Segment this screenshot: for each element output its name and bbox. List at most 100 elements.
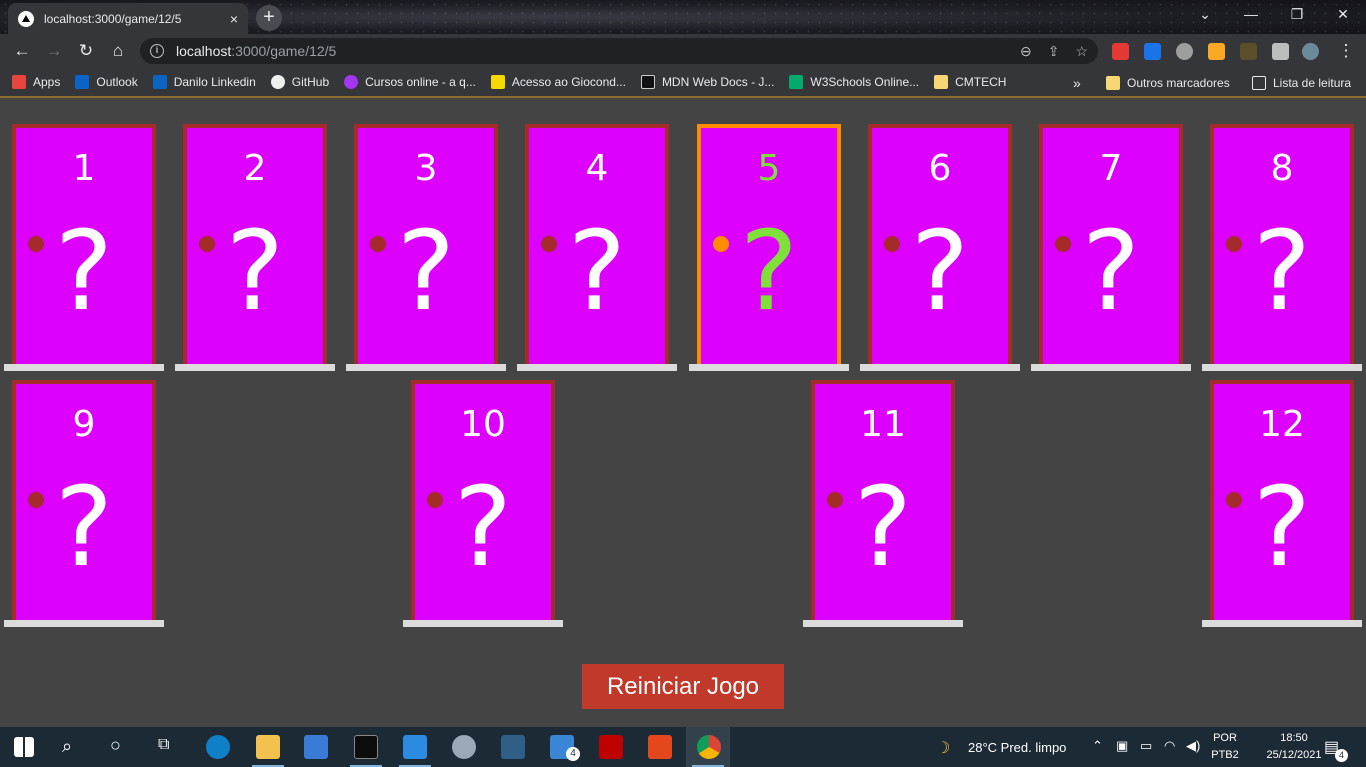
zoom-icon[interactable]: ⊖: [1020, 43, 1032, 60]
tab-search-icon[interactable]: ⌄: [1182, 0, 1228, 30]
battery-icon[interactable]: ▭: [1140, 738, 1152, 754]
door-number: 10: [460, 404, 506, 445]
clock-date[interactable]: 25/12/2021: [1254, 749, 1334, 761]
door-question-mark: ?: [225, 207, 285, 335]
door-floor: [803, 620, 963, 627]
door-9[interactable]: 9 ?: [12, 380, 156, 620]
extension-bookmark-icon[interactable]: [1144, 43, 1161, 60]
door-question-mark: ?: [1252, 207, 1312, 335]
bookmark-github[interactable]: GitHub: [270, 75, 329, 89]
bookmark-linkedin[interactable]: Danilo Linkedin: [152, 75, 256, 89]
door-floor: [860, 364, 1020, 371]
door-3[interactable]: 3 ?: [354, 124, 498, 364]
chrome-icon[interactable]: [697, 735, 721, 759]
edge-icon[interactable]: [206, 735, 230, 759]
address-bar[interactable]: i localhost:3000/game/12/5 ⊖ ⇪ ☆: [140, 38, 1098, 64]
terminal-icon[interactable]: [354, 735, 378, 759]
minimize-button[interactable]: —: [1228, 0, 1274, 30]
w3schools-icon: [789, 75, 804, 89]
office-icon[interactable]: [648, 735, 672, 759]
language-top[interactable]: POR: [1208, 732, 1242, 744]
door-2[interactable]: 2 ?: [183, 124, 327, 364]
door-number: 4: [585, 148, 609, 189]
extension-code-icon[interactable]: [1240, 43, 1257, 60]
door-12[interactable]: 12 ?: [1210, 380, 1354, 620]
door-floor: [1031, 364, 1191, 371]
nextjs-favicon-icon: [18, 10, 34, 27]
bookmark-star-icon[interactable]: ☆: [1075, 43, 1088, 60]
door-11[interactable]: 11 ?: [811, 380, 955, 620]
door-5-selected[interactable]: 5 ?: [697, 124, 841, 364]
door-8[interactable]: 8 ?: [1210, 124, 1354, 364]
reading-list[interactable]: Lista de leitura: [1252, 68, 1351, 98]
back-arrow-icon[interactable]: ←: [10, 39, 34, 63]
chevron-up-icon[interactable]: ⌃: [1092, 738, 1103, 754]
weather-text[interactable]: 28°C Pred. limpo: [968, 740, 1066, 755]
reading-list-icon: [1252, 76, 1266, 90]
linkedin-icon: [152, 75, 167, 89]
door-number: 7: [1099, 148, 1123, 189]
door-number: 1: [72, 148, 96, 189]
wifi-icon[interactable]: ◠: [1164, 738, 1175, 754]
door-floor: [4, 364, 164, 371]
restart-game-button[interactable]: Reiniciar Jogo: [582, 664, 784, 709]
door-question-mark: ?: [453, 463, 513, 591]
forward-arrow-icon[interactable]: →: [42, 39, 66, 63]
door-number: 3: [414, 148, 438, 189]
bookmark-udemy[interactable]: Cursos online - a q...: [344, 75, 476, 89]
profile-avatar[interactable]: [1302, 43, 1319, 60]
door-10[interactable]: 10 ?: [411, 380, 555, 620]
extensions-puzzle-icon[interactable]: [1272, 43, 1289, 60]
cortana-icon[interactable]: ○: [110, 735, 121, 756]
bookmark-cmtech[interactable]: CMTECH: [934, 75, 1006, 89]
mysql-workbench-icon[interactable]: [501, 735, 525, 759]
home-icon[interactable]: ⌂: [106, 39, 130, 63]
filezilla-icon[interactable]: [599, 735, 623, 759]
door-floor: [517, 364, 677, 371]
url-text[interactable]: localhost:3000/game/12/5: [176, 43, 1004, 59]
language-bottom[interactable]: PTB2: [1208, 749, 1242, 761]
door-question-mark: ?: [396, 207, 456, 335]
search-icon[interactable]: ⌕: [62, 736, 72, 757]
new-tab-button[interactable]: +: [256, 5, 282, 31]
door-question-mark: ?: [739, 207, 799, 335]
tab-close-icon[interactable]: ×: [230, 11, 238, 27]
folder-icon: [934, 75, 949, 89]
site-info-icon[interactable]: i: [150, 44, 164, 58]
bookmarks-more-icon[interactable]: »: [1073, 68, 1081, 98]
volume-icon[interactable]: ◀): [1186, 738, 1200, 754]
door-1[interactable]: 1 ?: [12, 124, 156, 364]
task-view-icon[interactable]: ⧉: [158, 736, 169, 754]
bookmark-mdn[interactable]: MDN Web Docs - J...: [640, 75, 774, 89]
paint-icon[interactable]: [452, 735, 476, 759]
bookmark-gioconda[interactable]: Acesso ao Giocond...: [490, 75, 626, 89]
windows-start-icon[interactable]: [14, 737, 34, 757]
door-6[interactable]: 6 ?: [868, 124, 1012, 364]
menu-kebab-icon[interactable]: ⋮: [1334, 39, 1358, 63]
folder-icon: [1106, 76, 1120, 90]
meet-now-icon[interactable]: ▣: [1116, 738, 1128, 754]
bookmark-outlook[interactable]: Outlook: [75, 75, 138, 89]
extension-folder-icon[interactable]: [1208, 43, 1225, 60]
github-icon: [270, 75, 285, 89]
door-number: 11: [860, 404, 906, 445]
door-7[interactable]: 7 ?: [1039, 124, 1183, 364]
bookmark-apps[interactable]: Apps: [12, 75, 60, 89]
browser-tab-active[interactable]: localhost:3000/game/12/5 ×: [8, 3, 248, 34]
clock-time[interactable]: 18:50: [1254, 732, 1334, 744]
store-icon[interactable]: [304, 735, 328, 759]
bookmark-w3schools[interactable]: W3Schools Online...: [789, 75, 919, 89]
door-question-mark: ?: [853, 463, 913, 591]
vscode-icon[interactable]: [403, 735, 427, 759]
extension-youtube-icon[interactable]: [1112, 43, 1129, 60]
door-question-mark: ?: [567, 207, 627, 335]
file-explorer-icon[interactable]: [256, 735, 280, 759]
extension-meter-icon[interactable]: [1176, 43, 1193, 60]
restore-button[interactable]: ❐: [1274, 0, 1320, 30]
reload-icon[interactable]: ↻: [74, 39, 98, 63]
share-icon[interactable]: ⇪: [1048, 43, 1060, 60]
other-bookmarks-folder[interactable]: Outros marcadores: [1106, 68, 1230, 98]
door-4[interactable]: 4 ?: [525, 124, 669, 364]
close-window-button[interactable]: ✕: [1320, 0, 1366, 30]
door-number: 2: [243, 148, 267, 189]
